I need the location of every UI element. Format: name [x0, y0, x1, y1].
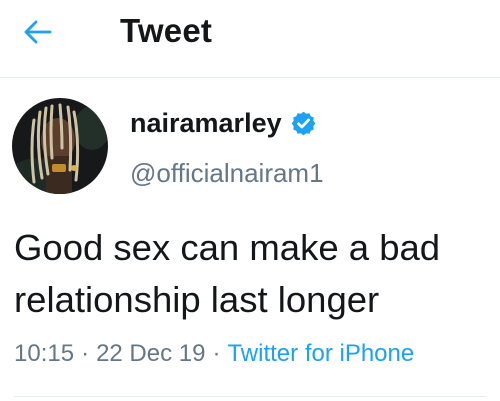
author-handle[interactable]: @officialnairam1 — [130, 158, 324, 189]
avatar[interactable] — [12, 98, 108, 194]
tweet-text: Good sex can make a bad relationship las… — [14, 227, 441, 320]
tweet-date: 22 Dec 19 — [96, 340, 206, 367]
display-name: nairamarley — [130, 108, 282, 138]
back-button[interactable] — [20, 14, 56, 50]
tweet-meta: 10:15 · 22 Dec 19 · Twitter for iPhone — [14, 340, 414, 368]
page-title: Tweet — [120, 12, 213, 49]
tweet-source-link[interactable]: Twitter for iPhone — [227, 340, 414, 367]
meta-separator: · — [212, 340, 221, 367]
arrow-left-icon — [24, 20, 52, 44]
divider — [14, 396, 486, 397]
meta-separator: · — [81, 340, 90, 367]
top-bar: Tweet — [0, 0, 500, 78]
tweet-time: 10:15 — [14, 340, 75, 367]
author-name-row[interactable]: nairamarley — [130, 108, 317, 139]
verified-badge-icon — [290, 110, 317, 137]
